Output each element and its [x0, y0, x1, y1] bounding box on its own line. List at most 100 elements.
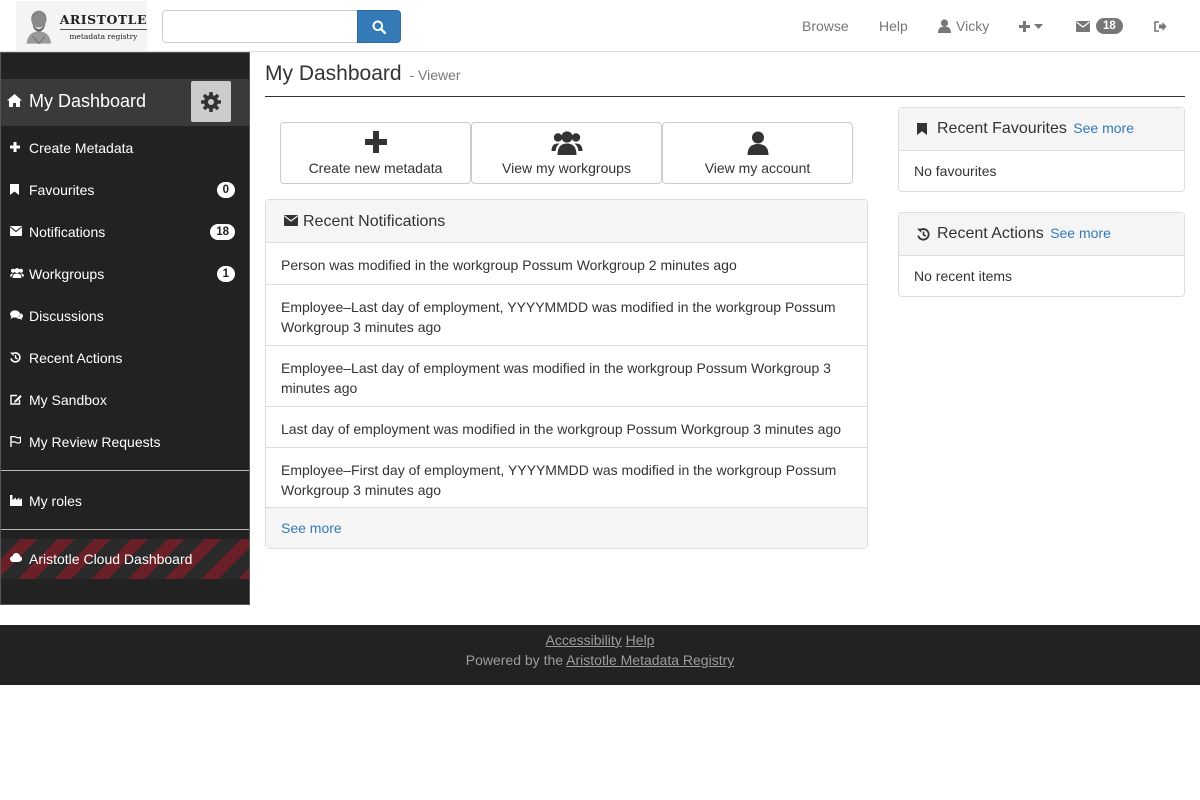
sidebar-item-label: Create Metadata [29, 140, 134, 156]
notification-item[interactable]: Employee–Last day of employment, YYYYMMD… [266, 284, 867, 345]
nav-browse-label: Browse [802, 18, 849, 34]
footer-links: Accessibility Help [0, 632, 1200, 648]
powered-by-text: Powered by the [465, 652, 564, 668]
sidebar-item-label: Aristotle Cloud Dashboard [29, 551, 193, 567]
recent-favourites-panel: Recent Favourites See more No favourites [898, 107, 1185, 192]
home-icon [7, 94, 22, 107]
flag-icon [10, 436, 21, 447]
sidebar-item-label: Discussions [29, 308, 104, 324]
notifications-see-more-link[interactable]: See more [281, 520, 342, 536]
notification-text: Employee–Last day of employment, YYYYMMD… [281, 299, 836, 335]
notification-item[interactable]: Employee–First day of employment, YYYYMM… [266, 447, 867, 507]
sidebar-divider [1, 470, 249, 471]
nav-browse-link[interactable]: Browse [802, 0, 849, 52]
recent-notifications-panel: Recent Notifications Person was modified… [265, 199, 868, 549]
sidebar-item-discussions[interactable]: Discussions [1, 295, 249, 337]
caret-down-icon [1034, 23, 1043, 29]
notification-text: Person was modified in the workgroup Pos… [281, 257, 737, 273]
notification-text: Employee–First day of employment, YYYYMM… [281, 462, 837, 498]
sidebar-item-my-roles[interactable]: My roles [1, 480, 249, 522]
edit-icon [10, 394, 22, 405]
aristotle-bust-icon [26, 10, 52, 45]
notification-item[interactable]: Person was modified in the workgroup Pos… [266, 243, 867, 284]
plus-icon [364, 131, 387, 153]
search-button[interactable] [357, 10, 401, 43]
industry-icon [10, 495, 22, 506]
favourites-see-more-link[interactable]: See more [1073, 120, 1134, 136]
sidebar-item-favourites[interactable]: Favourites 0 [1, 169, 249, 211]
sidebar-item-label: My roles [29, 493, 82, 509]
sign-out-icon [1154, 20, 1167, 32]
sidebar-settings-button[interactable] [191, 81, 231, 122]
nav-user-label: Vicky [956, 18, 990, 34]
footer-powered-by: Powered by the Aristotle Metadata Regist… [0, 652, 1200, 668]
create-new-metadata-button[interactable]: Create new metadata [280, 122, 471, 184]
mail-count-badge: 18 [1096, 18, 1123, 34]
panel-heading: Recent Favourites See more [899, 108, 1184, 151]
page-header: My Dashboard - Viewer [265, 62, 1185, 97]
view-my-account-button[interactable]: View my account [662, 122, 853, 184]
sidebar-item-cloud-dashboard[interactable]: Aristotle Cloud Dashboard [1, 539, 249, 579]
nav-notifications[interactable]: 18 [1076, 0, 1123, 52]
plus-icon [10, 142, 20, 152]
nav-help-link[interactable]: Help [879, 0, 908, 52]
notification-text: Employee–Last day of employment was modi… [281, 360, 831, 396]
gear-icon [201, 91, 221, 112]
page-title: My Dashboard [265, 62, 402, 85]
plus-icon [1019, 20, 1030, 32]
workgroups-count-badge: 1 [216, 266, 235, 282]
user-icon [747, 131, 768, 155]
quick-action-label: View my workgroups [502, 160, 631, 176]
sidebar-item-label: My Review Requests [29, 434, 161, 450]
quick-action-label: View my account [704, 160, 811, 176]
search-input[interactable] [162, 10, 358, 43]
envelope-icon [1076, 20, 1090, 32]
notification-text: Last day of employment was modified in t… [281, 421, 842, 437]
cloud-icon [10, 553, 22, 562]
recent-actions-see-more-link[interactable]: See more [1050, 225, 1111, 241]
nav-logout-button[interactable] [1154, 0, 1167, 52]
nav-user-menu[interactable]: Vicky [938, 0, 989, 52]
sidebar: My Dashboard Create Metadata Favourites [0, 52, 250, 605]
panel-heading: Recent Actions See more [899, 213, 1184, 256]
footer-accessibility-link[interactable]: Accessibility [546, 632, 622, 648]
sidebar-item-recent-actions[interactable]: Recent Actions [1, 337, 249, 379]
favourites-empty-text: No favourites [914, 163, 997, 179]
user-icon [938, 19, 951, 33]
sidebar-item-my-review-requests[interactable]: My Review Requests [1, 421, 249, 463]
users-icon [10, 268, 24, 278]
sidebar-header[interactable]: My Dashboard [1, 79, 249, 126]
sidebar-item-label: My Sandbox [29, 392, 107, 408]
nav-add-dropdown[interactable] [1019, 0, 1047, 52]
recent-actions-empty-text: No recent items [914, 268, 1013, 284]
users-icon [551, 131, 582, 155]
view-my-workgroups-button[interactable]: View my workgroups [471, 122, 662, 184]
brand-text: ARISTOTLE metadata registry [59, 12, 147, 41]
sidebar-item-label: Favourites [29, 182, 95, 198]
footer-registry-link[interactable]: Aristotle Metadata Registry [566, 652, 734, 668]
top-navbar: ARISTOTLE metadata registry Browse Help … [0, 0, 1200, 52]
aristotle-logo[interactable]: ARISTOTLE metadata registry [16, 1, 147, 51]
sidebar-title: My Dashboard [29, 91, 147, 111]
footer: Accessibility Help Powered by the Aristo… [0, 625, 1200, 685]
bookmark-icon [917, 123, 927, 135]
panel-heading: Recent Notifications [266, 200, 867, 243]
sidebar-item-my-sandbox[interactable]: My Sandbox [1, 379, 249, 421]
recent-actions-panel: Recent Actions See more No recent items [898, 212, 1185, 297]
recent-actions-title: Recent Actions [937, 225, 1044, 242]
notification-item[interactable]: Last day of employment was modified in t… [266, 406, 867, 447]
sidebar-item-label: Notifications [29, 224, 106, 240]
comments-icon [10, 310, 23, 320]
envelope-icon [10, 226, 22, 236]
sidebar-item-create-metadata[interactable]: Create Metadata [1, 127, 249, 169]
search-icon [372, 20, 386, 34]
footer-help-link[interactable]: Help [626, 632, 655, 648]
panel-footer: See more [266, 507, 867, 548]
sidebar-item-label: Recent Actions [29, 350, 123, 366]
envelope-icon [284, 215, 298, 226]
notification-item[interactable]: Employee–Last day of employment was modi… [266, 345, 867, 406]
nav-help-label: Help [879, 18, 908, 34]
sidebar-item-notifications[interactable]: Notifications 18 [1, 211, 249, 253]
sidebar-item-workgroups[interactable]: Workgroups 1 [1, 253, 249, 295]
bookmark-icon [10, 184, 19, 195]
